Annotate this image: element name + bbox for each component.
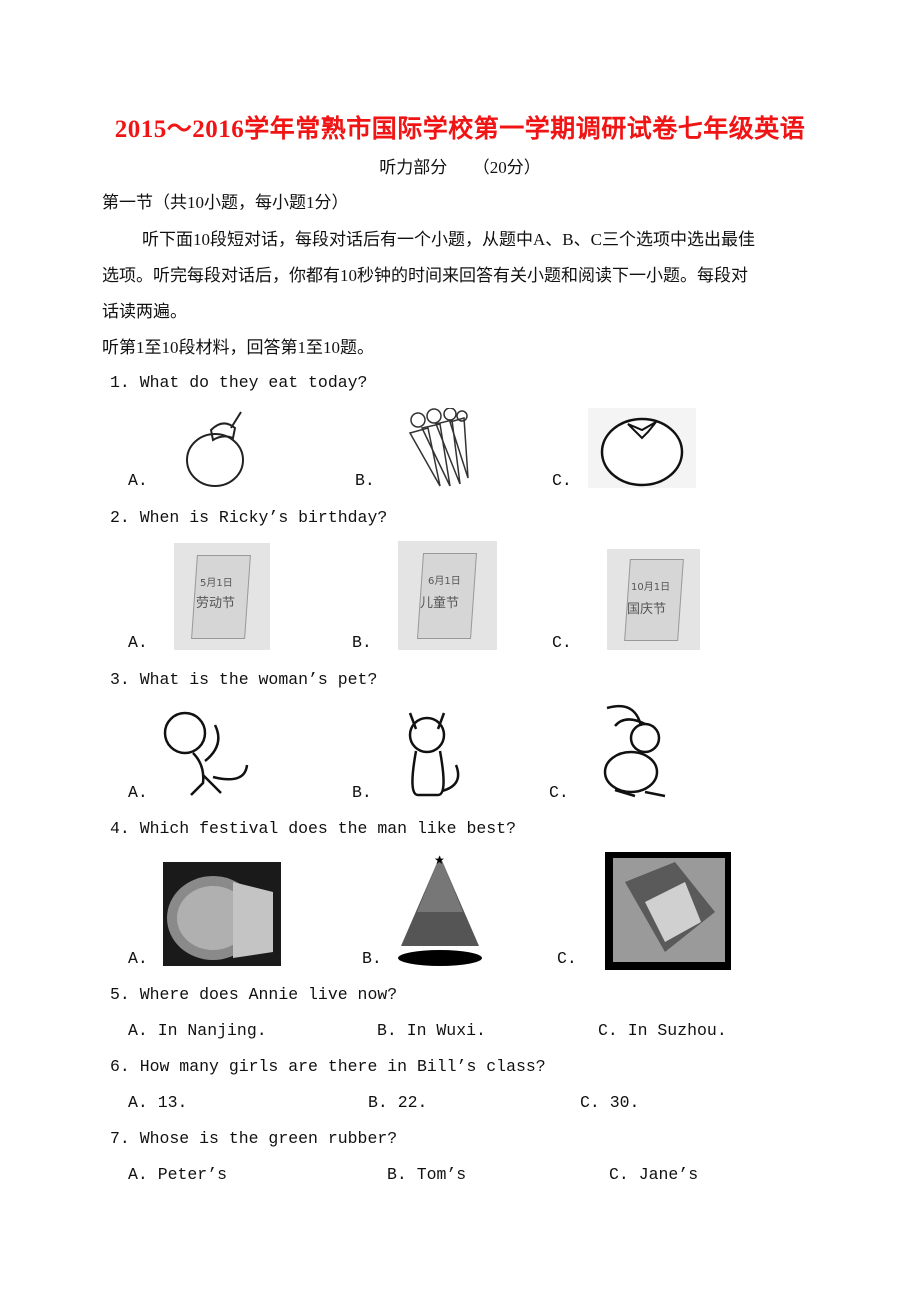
mooncake-icon bbox=[163, 862, 281, 966]
instruction-line: 选项。听完每段对话后，你都有10秒钟的时间来回答有关小题和阅读下一小题。每段对 bbox=[102, 266, 748, 285]
calendar-image: 5月1日 劳动节 bbox=[174, 543, 270, 650]
option-b: B. bbox=[362, 949, 382, 968]
question-5: 5. Where does Annie live now? bbox=[110, 985, 398, 1004]
christmas-tree-icon: ★ bbox=[398, 853, 482, 966]
range-note: 听第1至10段材料，回答第1至10题。 bbox=[102, 338, 374, 357]
option-a: A. bbox=[128, 949, 148, 968]
page-title: 2015～2016学年常熟市国际学校第一学期调研试卷七年级英语 bbox=[114, 116, 806, 143]
section-heading: 第一节（共10小题，每小题1分） bbox=[102, 193, 349, 212]
calendar-festival: 国庆节 bbox=[627, 602, 667, 617]
option-b: B. 22. bbox=[368, 1093, 428, 1112]
option-c: C. Jane’s bbox=[609, 1165, 699, 1184]
tomato-icon bbox=[588, 408, 696, 488]
calendar-image: 10月1日 国庆节 bbox=[607, 549, 700, 650]
carrots-icon bbox=[408, 408, 469, 487]
option-a: A. 13. bbox=[128, 1093, 188, 1112]
option-a: A. bbox=[128, 633, 148, 652]
option-c: C. 30. bbox=[580, 1093, 640, 1112]
calendar-date: 5月1日 bbox=[200, 578, 233, 589]
svg-text:★: ★ bbox=[434, 853, 445, 867]
question-3: 3. What is the woman’s pet? bbox=[110, 670, 378, 689]
calendar-festival: 劳动节 bbox=[196, 596, 236, 611]
question-6: 6. How many girls are there in Bill’s cl… bbox=[110, 1057, 546, 1076]
question-4: 4. Which festival does the man like best… bbox=[110, 819, 516, 838]
question-7: 7. Whose is the green rubber? bbox=[110, 1129, 398, 1148]
option-a: A. bbox=[128, 471, 148, 490]
option-a: A. Peter’s bbox=[128, 1165, 228, 1184]
instruction-line: 听下面10段短对话，每段对话后有一个小题，从题中A、B、C三个选项中选出最佳 bbox=[142, 230, 755, 249]
option-a: A. bbox=[128, 783, 148, 802]
option-b: B. In Wuxi. bbox=[377, 1021, 486, 1040]
section-subtitle: 听力部分 （20分） bbox=[379, 158, 541, 177]
option-c: C. bbox=[552, 471, 572, 490]
instruction-line: 话读两遍。 bbox=[102, 302, 187, 321]
calendar-festival: 儿童节 bbox=[420, 596, 460, 611]
rabbit-icon bbox=[603, 704, 666, 798]
option-c: C. bbox=[557, 949, 577, 968]
option-b: B. bbox=[352, 633, 372, 652]
option-b: B. bbox=[352, 783, 372, 802]
calendar-date: 10月1日 bbox=[631, 582, 671, 593]
eggplant-icon bbox=[186, 411, 244, 487]
option-c: C. In Suzhou. bbox=[598, 1021, 727, 1040]
option-c: C. bbox=[549, 783, 569, 802]
option-a: A. In Nanjing. bbox=[128, 1021, 267, 1040]
calendar-image: 6月1日 儿童节 bbox=[398, 541, 497, 650]
zongzi-icon bbox=[605, 852, 731, 970]
option-b: B. bbox=[355, 471, 375, 490]
option-c: C. bbox=[552, 633, 572, 652]
question-1: 1. What do they eat today? bbox=[110, 373, 368, 392]
exam-page: 2015～2016学年常熟市国际学校第一学期调研试卷七年级英语 听力部分 （20… bbox=[0, 0, 920, 1300]
question-2: 2. When is Ricky’s birthday? bbox=[110, 508, 388, 527]
option-b: B. Tom’s bbox=[387, 1165, 467, 1184]
cat-icon bbox=[408, 712, 460, 797]
monkey-icon bbox=[163, 711, 249, 796]
calendar-date: 6月1日 bbox=[428, 576, 461, 587]
